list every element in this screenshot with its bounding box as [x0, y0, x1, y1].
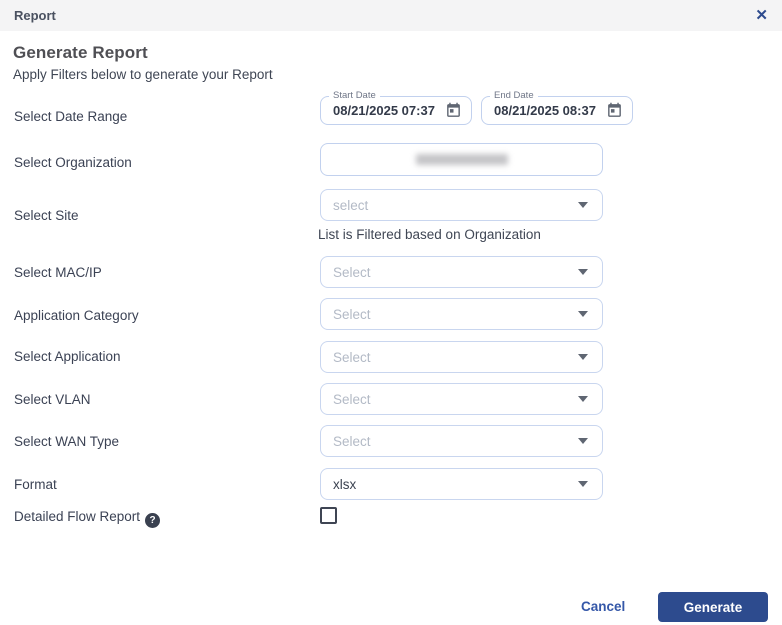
start-date-float-label: Start Date — [329, 90, 380, 101]
chevron-down-icon — [578, 481, 588, 487]
app-category-select-placeholder: Select — [333, 307, 371, 322]
format-select[interactable]: xlsx — [320, 468, 603, 500]
wan-type-select-placeholder: Select — [333, 434, 371, 449]
organization-input[interactable] — [320, 143, 603, 176]
modal-header: Report ✕ — [0, 0, 782, 31]
site-helper-text: List is Filtered based on Organization — [318, 227, 541, 242]
organization-redacted-value — [416, 154, 508, 165]
chevron-down-icon — [578, 396, 588, 402]
detailed-flow-report-label: Detailed Flow Report? — [14, 509, 160, 528]
site-select[interactable]: select — [320, 189, 603, 221]
chevron-down-icon — [578, 354, 588, 360]
mac-ip-select-placeholder: Select — [333, 265, 371, 280]
organization-label: Select Organization — [14, 155, 132, 170]
chevron-down-icon — [578, 438, 588, 444]
mac-ip-select[interactable]: Select — [320, 256, 603, 288]
calendar-icon[interactable] — [606, 102, 623, 119]
site-label: Select Site — [14, 208, 79, 223]
vlan-label: Select VLAN — [14, 392, 91, 407]
application-select-placeholder: Select — [333, 350, 371, 365]
cancel-button[interactable]: Cancel — [581, 599, 625, 614]
close-icon[interactable]: ✕ — [755, 8, 768, 23]
modal-title: Report — [14, 8, 56, 23]
detailed-flow-report-label-text: Detailed Flow Report — [14, 509, 140, 524]
application-label: Select Application — [14, 349, 121, 364]
application-select[interactable]: Select — [320, 341, 603, 373]
vlan-select[interactable]: Select — [320, 383, 603, 415]
wan-type-label: Select WAN Type — [14, 434, 119, 449]
format-label: Format — [14, 477, 57, 492]
detailed-flow-report-checkbox[interactable] — [320, 507, 337, 524]
start-date-input[interactable]: Start Date 08/21/2025 07:37 — [320, 96, 472, 125]
date-range-label: Select Date Range — [14, 109, 127, 124]
format-select-value: xlsx — [333, 477, 356, 492]
help-question-icon[interactable]: ? — [145, 513, 160, 528]
end-date-value: 08/21/2025 08:37 — [494, 103, 606, 118]
generate-button[interactable]: Generate — [658, 592, 768, 622]
vlan-select-placeholder: Select — [333, 392, 371, 407]
site-select-placeholder: select — [333, 198, 368, 213]
end-date-input[interactable]: End Date 08/21/2025 08:37 — [481, 96, 633, 125]
mac-ip-label: Select MAC/IP — [14, 265, 102, 280]
page-title: Generate Report — [13, 43, 148, 63]
wan-type-select[interactable]: Select — [320, 425, 603, 457]
chevron-down-icon — [578, 269, 588, 275]
page-subtitle: Apply Filters below to generate your Rep… — [13, 67, 273, 82]
app-category-label: Application Category — [14, 308, 139, 323]
app-category-select[interactable]: Select — [320, 298, 603, 330]
end-date-float-label: End Date — [490, 90, 538, 101]
start-date-value: 08/21/2025 07:37 — [333, 103, 445, 118]
report-modal: Report ✕ Generate Report Apply Filters b… — [0, 0, 782, 625]
chevron-down-icon — [578, 202, 588, 208]
calendar-icon[interactable] — [445, 102, 462, 119]
chevron-down-icon — [578, 311, 588, 317]
